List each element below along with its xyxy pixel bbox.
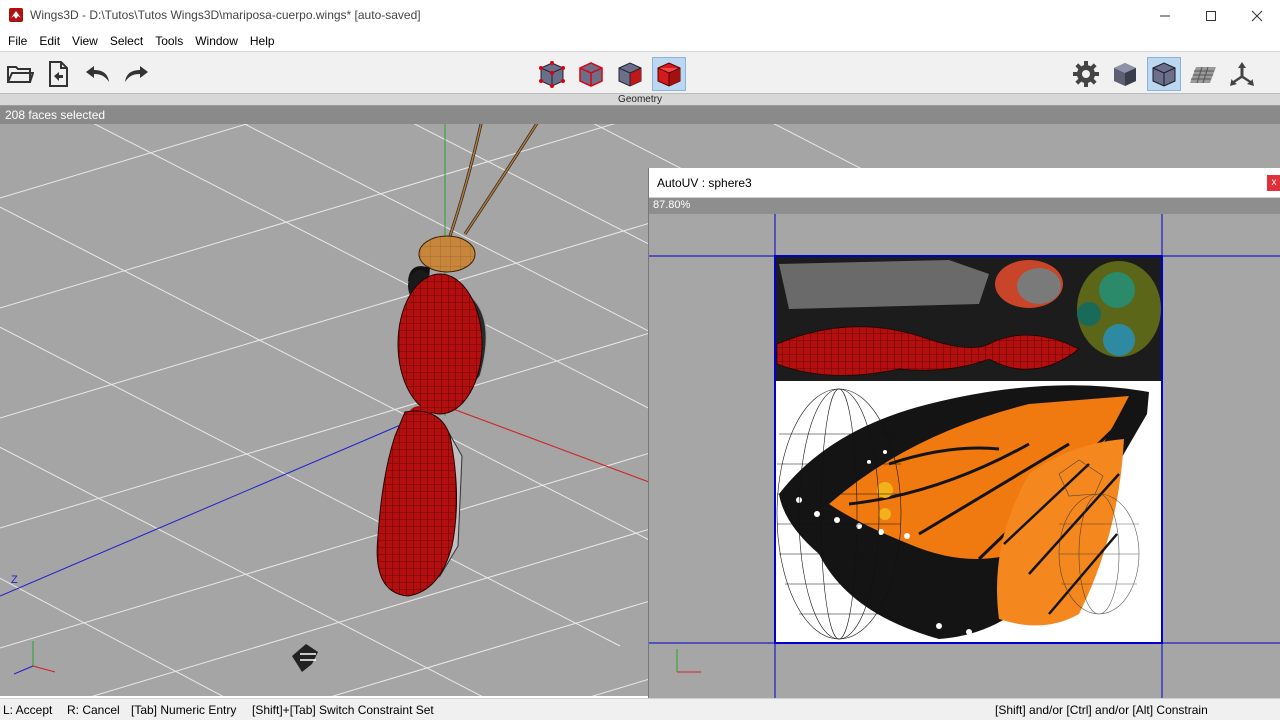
save-file-icon[interactable] — [41, 57, 75, 91]
autouv-title-bar[interactable]: AutoUV : sphere3 x — [649, 168, 1280, 198]
ground-grid-icon[interactable] — [1186, 57, 1220, 91]
viewport-info-bar: 208 faces selected — [0, 106, 1280, 124]
z-axis-label: Z — [11, 574, 18, 586]
axes-orientation-icon[interactable] — [1225, 57, 1259, 91]
open-folder-icon[interactable] — [3, 57, 37, 91]
wings3d-window: Wings3D - D:\Tutos\Tutos Wings3D\maripos… — [0, 0, 1280, 720]
status-switch-constraint: [Shift]+[Tab] Switch Constraint Set — [252, 703, 434, 717]
geometry-title: Geometry — [618, 94, 662, 105]
autouv-close-button[interactable]: x — [1267, 175, 1280, 191]
menu-help[interactable]: Help — [244, 31, 281, 51]
menu-select[interactable]: Select — [104, 31, 149, 51]
settings-gear-icon[interactable] — [1069, 57, 1103, 91]
uv-texture-canvas[interactable] — [649, 214, 1280, 702]
toolbar — [0, 51, 1280, 93]
status-accept: L: Accept — [3, 703, 53, 717]
window-title: Wings3D - D:\Tutos\Tutos Wings3D\maripos… — [30, 8, 421, 22]
view-axes-gizmo — [13, 641, 56, 675]
status-constrain: [Shift] and/or [Ctrl] and/or [Alt] Const… — [995, 703, 1208, 717]
menu-tools[interactable]: Tools — [149, 31, 189, 51]
edge-mode-icon[interactable] — [574, 57, 608, 91]
autouv-info-bar: 87.80% — [649, 198, 1280, 214]
menu-bar: File Edit View Select Tools Window Help — [0, 31, 1280, 51]
status-bar: L: Accept R: Cancel [Tab] Numeric Entry … — [0, 698, 1280, 720]
menu-file[interactable]: File — [2, 31, 33, 51]
maximize-icon[interactable] — [1188, 0, 1234, 31]
status-cancel: R: Cancel — [67, 703, 120, 717]
wings3d-icon — [9, 8, 23, 22]
geometry-header: Geometry — [0, 93, 1280, 106]
redo-icon[interactable] — [119, 57, 153, 91]
uv-axes-gizmo — [676, 649, 701, 673]
face-mode-icon[interactable] — [613, 57, 647, 91]
wireframe-shading-icon[interactable] — [1147, 57, 1181, 91]
wings3d-logo-icon — [292, 644, 318, 672]
selection-count: 208 faces selected — [5, 108, 106, 122]
body-mode-icon[interactable] — [652, 57, 686, 91]
smooth-shading-icon[interactable] — [1108, 57, 1142, 91]
menu-window[interactable]: Window — [189, 31, 244, 51]
menu-view[interactable]: View — [66, 31, 104, 51]
autouv-zoom-level: 87.80% — [653, 199, 691, 211]
uv-texture-image — [774, 255, 1163, 644]
vertex-mode-icon[interactable] — [535, 57, 569, 91]
title-bar: Wings3D - D:\Tutos\Tutos Wings3D\maripos… — [0, 0, 1280, 31]
undo-icon[interactable] — [81, 57, 115, 91]
autouv-window[interactable]: AutoUV : sphere3 x 87.80% — [648, 168, 1280, 702]
autouv-title: AutoUV : sphere3 — [657, 176, 752, 190]
minimize-icon[interactable] — [1142, 0, 1188, 31]
close-icon[interactable] — [1234, 0, 1280, 31]
status-numeric-entry: [Tab] Numeric Entry — [131, 703, 237, 717]
menu-edit[interactable]: Edit — [33, 31, 66, 51]
